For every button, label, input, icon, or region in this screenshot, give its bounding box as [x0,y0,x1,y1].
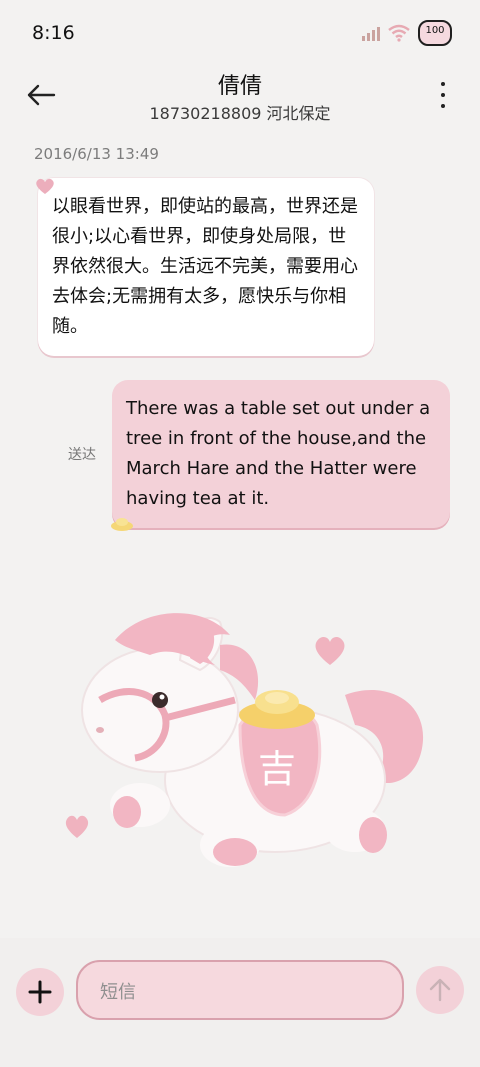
delivery-status: 送达 [68,447,96,463]
outgoing-message-text: There was a table set out under a tree i… [126,398,431,509]
contact-name: 倩倩 [217,74,262,99]
send-button[interactable] [416,966,464,1014]
message-input-placeholder: 短信 [100,982,136,1003]
battery-icon: 100 [418,20,452,46]
conversation-header: 倩倩 18730218809 河北保定 [0,62,480,132]
add-attachment-button[interactable] [16,968,64,1016]
status-time: 8:16 [32,22,75,44]
compose-bar: 短信 [0,938,480,1067]
messaging-screen: 8:16 100 倩倩 18730218809 河北保定 2016/6/13 1… [0,0,480,1067]
svg-text:吉: 吉 [258,747,296,791]
outgoing-message-bubble[interactable]: There was a table set out under a tree i… [111,380,450,531]
incoming-message-bubble[interactable]: 以眼看世界，即使站的最高，世界还是很小;以心看世界，即使身处局限，世界依然很大。… [36,178,374,356]
contact-phone-location: 18730218809 河北保定 [149,104,331,123]
signal-icon [362,25,380,41]
more-vertical-icon [441,82,445,86]
heart-icon [36,178,54,194]
message-input[interactable]: 短信 [76,960,404,1020]
plus-icon [28,980,52,1004]
more-options-button[interactable] [438,82,448,108]
gold-ingot-icon [111,518,133,531]
pony-sticker-image[interactable]: 吉 [55,590,435,890]
arrow-up-icon [429,978,451,1002]
status-icons: 100 [362,20,452,46]
status-bar: 8:16 100 [0,0,480,62]
message-timestamp: 2016/6/13 13:49 [34,145,159,163]
battery-level: 100 [425,25,445,36]
incoming-message-text: 以眼看世界，即使站的最高，世界还是很小;以心看世界，即使身处局限，世界依然很大。… [52,196,358,337]
wifi-icon [388,24,410,42]
